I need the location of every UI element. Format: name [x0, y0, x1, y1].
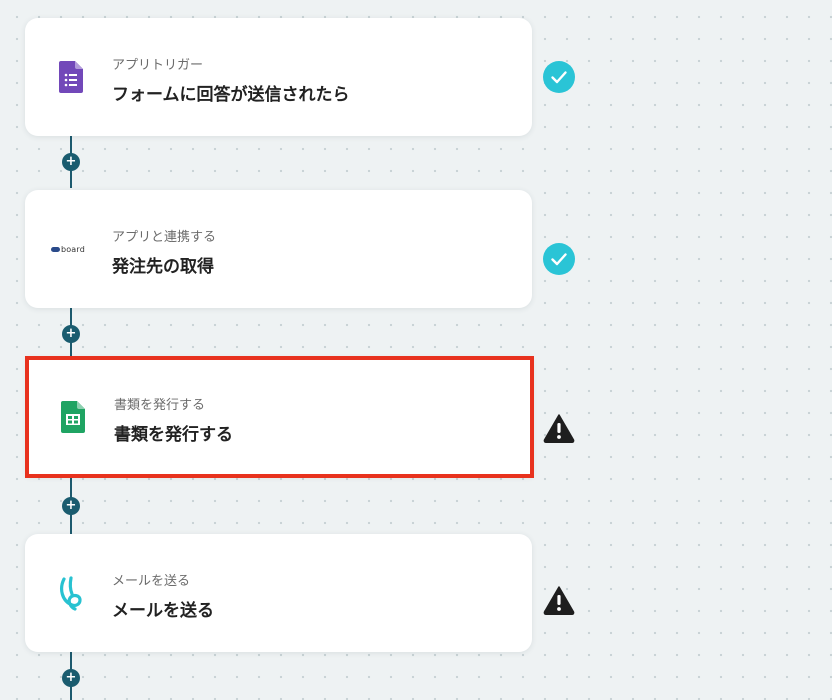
google-sheets-icon — [55, 399, 91, 435]
warning-triangle-icon — [543, 584, 575, 616]
workflow-canvas: + + + + アプリトリガー フォームに回答が送信されたら board アプリ… — [0, 0, 832, 700]
step-card-issue-document[interactable]: 書類を発行する 書類を発行する — [25, 356, 534, 478]
step-subtitle: アプリトリガー — [112, 58, 204, 73]
step-card-board[interactable]: board アプリと連携する 発注先の取得 — [25, 190, 532, 308]
check-circle-icon — [543, 243, 575, 275]
step-title: 書類を発行する — [114, 425, 233, 445]
step-title: フォームに回答が送信されたら — [112, 85, 350, 105]
step-title: メールを送る — [112, 601, 214, 621]
step-subtitle: 書類を発行する — [114, 398, 206, 413]
warning-triangle-icon — [543, 412, 575, 444]
add-step-button[interactable]: + — [62, 325, 80, 343]
step-subtitle: メールを送る — [112, 574, 191, 589]
board-logo-icon: board — [50, 231, 89, 267]
yoom-mail-icon — [53, 575, 89, 611]
google-forms-icon — [53, 59, 89, 95]
check-circle-icon — [543, 61, 575, 93]
board-logo-text: board — [60, 244, 86, 254]
step-title: 発注先の取得 — [112, 257, 214, 277]
step-card-trigger[interactable]: アプリトリガー フォームに回答が送信されたら — [25, 18, 532, 136]
step-card-send-mail[interactable]: メールを送る メールを送る — [25, 534, 532, 652]
step-subtitle: アプリと連携する — [112, 230, 217, 245]
add-step-button[interactable]: + — [62, 153, 80, 171]
add-step-button[interactable]: + — [62, 669, 80, 687]
add-step-button[interactable]: + — [62, 497, 80, 515]
